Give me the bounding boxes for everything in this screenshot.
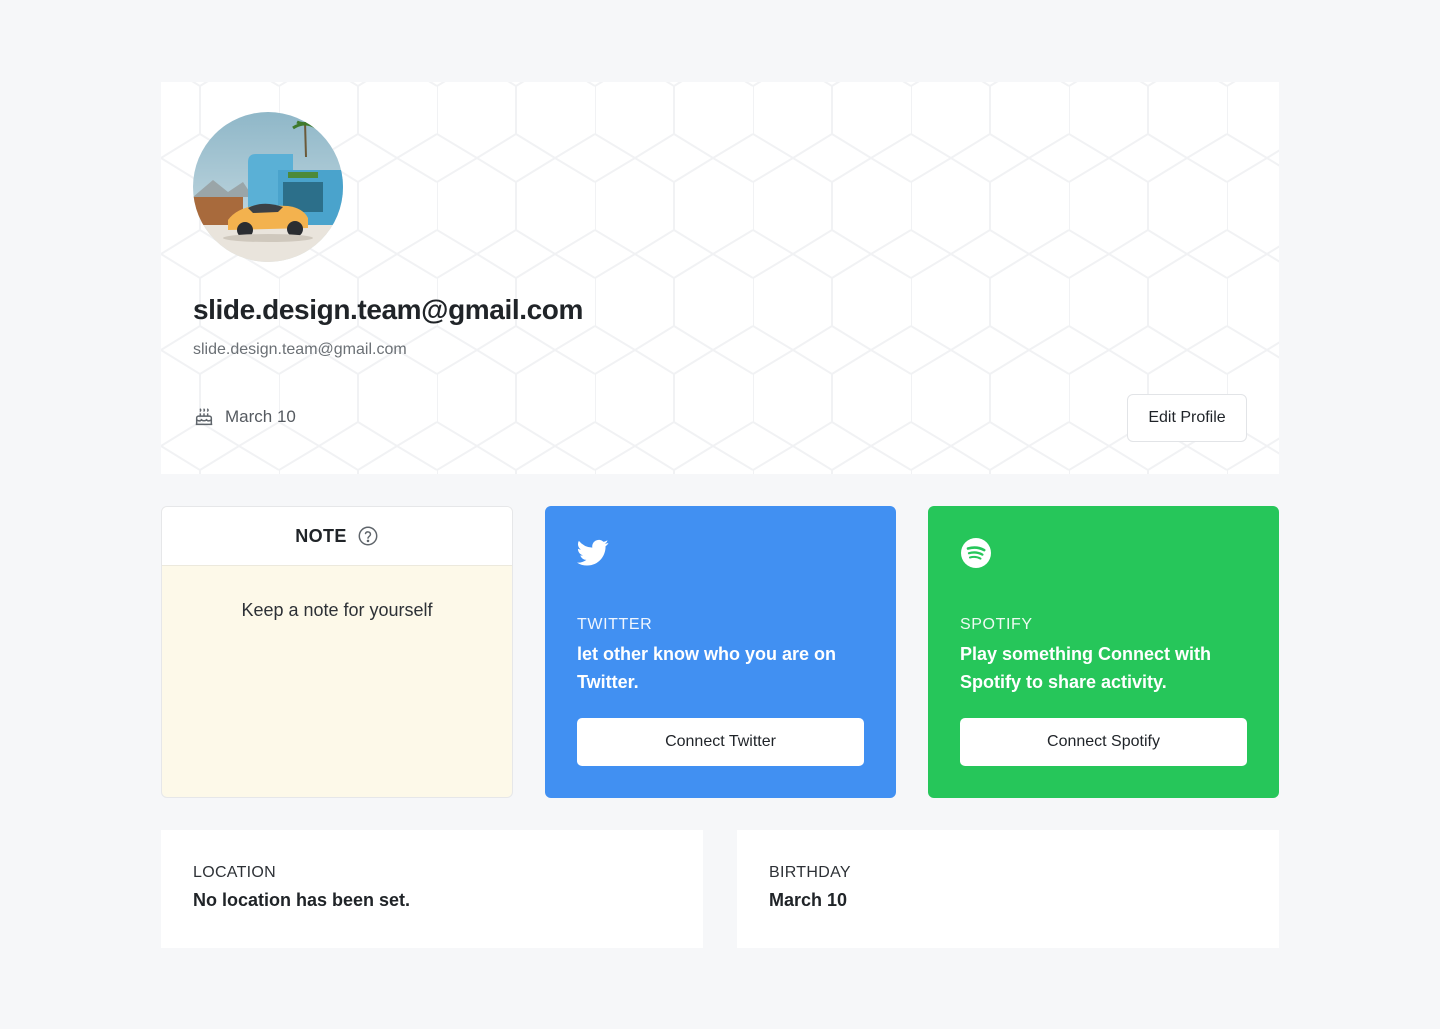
twitter-description: let other know who you are on Twitter. <box>577 644 837 692</box>
profile-birthday: March 10 <box>193 406 296 428</box>
spotify-icon <box>961 538 991 568</box>
location-card: LOCATION No location has been set. <box>161 830 703 948</box>
help-circle-icon[interactable] <box>357 525 379 547</box>
birthday-label: BIRTHDAY <box>769 864 851 881</box>
profile-display-name: slide.design.team@gmail.com <box>193 294 583 325</box>
birthday-value: March 10 <box>769 890 848 910</box>
hexagon-background-pattern <box>161 82 1279 474</box>
twitter-icon <box>577 539 609 566</box>
avatar-photo <box>193 112 343 262</box>
connect-twitter-button[interactable]: Connect Twitter <box>577 718 864 766</box>
note-card: NOTE Keep a note for yourself <box>161 506 513 798</box>
twitter-card: TWITTER let other know who you are on Tw… <box>545 506 896 798</box>
edit-profile-button[interactable]: Edit Profile <box>1127 394 1247 442</box>
twitter-kicker: TWITTER <box>577 616 653 633</box>
spotify-card: SPOTIFY Play something Connect with Spot… <box>928 506 1279 798</box>
cake-icon <box>195 408 213 426</box>
spotify-kicker: SPOTIFY <box>960 616 1033 633</box>
birthday-card: BIRTHDAY March 10 <box>737 830 1279 948</box>
avatar[interactable] <box>193 112 343 262</box>
location-value: No location has been set. <box>193 890 411 910</box>
note-textarea[interactable]: Keep a note for yourself <box>162 566 512 621</box>
location-label: LOCATION <box>193 864 277 881</box>
spotify-description: Play something Connect with Spotify to s… <box>960 644 1212 692</box>
note-header: NOTE <box>162 507 512 566</box>
connect-spotify-button[interactable]: Connect Spotify <box>960 718 1247 766</box>
profile-email: slide.design.team@gmail.com <box>193 341 407 358</box>
birthday-text: March 10 <box>225 407 296 426</box>
note-title: NOTE <box>295 525 347 546</box>
profile-header-card: slide.design.team@gmail.com slide.design… <box>161 82 1279 474</box>
